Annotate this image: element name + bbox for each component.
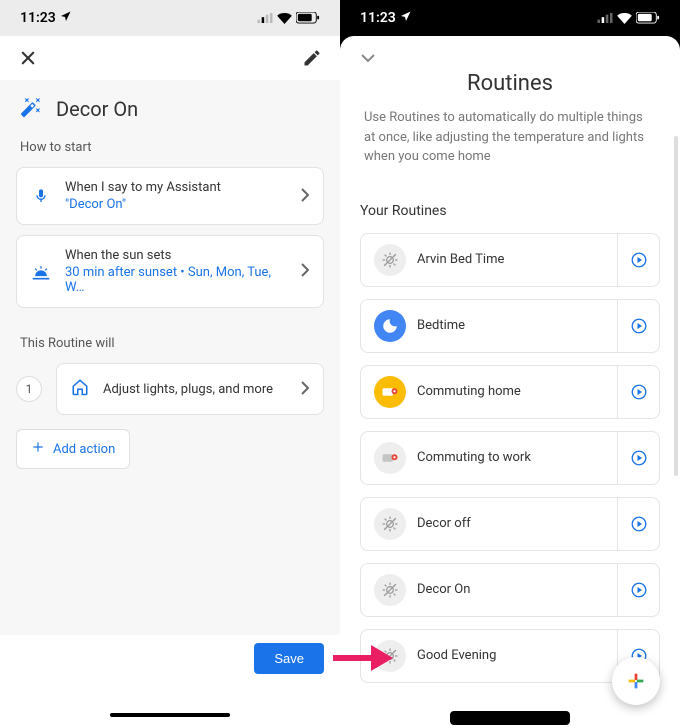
wifi-icon	[617, 13, 632, 24]
play-button[interactable]	[617, 432, 659, 484]
routines-description: Use Routines to automatically do multipl…	[356, 108, 664, 167]
play-button[interactable]	[617, 564, 659, 616]
scroll-indicator	[674, 136, 678, 476]
routine-item[interactable]: Arvin Bed Time	[360, 233, 660, 287]
location-icon	[400, 10, 412, 26]
routine-icon	[374, 508, 406, 540]
routine-item[interactable]: Bedtime	[360, 299, 660, 353]
routine-name: Decor off	[409, 516, 617, 531]
routine-icon	[374, 574, 406, 606]
how-to-start-label: How to start	[0, 130, 340, 167]
location-icon	[60, 10, 72, 26]
trigger-voice-title: When I say to my Assistant	[65, 180, 287, 195]
signal-icon	[257, 13, 273, 23]
collapse-icon[interactable]	[360, 48, 664, 67]
status-bar-left: 11:23	[0, 0, 340, 36]
routine-name: Commuting to work	[409, 450, 617, 465]
trigger-sunset-title: When the sun sets	[65, 248, 287, 263]
close-icon[interactable]	[16, 46, 40, 70]
action-adjust-lights[interactable]: Adjust lights, plugs, and more	[56, 363, 324, 415]
edit-icon[interactable]	[300, 46, 324, 70]
status-time: 11:23	[360, 10, 396, 26]
home-icon	[71, 378, 89, 400]
status-time: 11:23	[20, 10, 56, 26]
battery-icon	[296, 12, 320, 24]
routine-name: Decor On	[409, 582, 617, 597]
home-indicator	[110, 713, 230, 717]
play-button[interactable]	[617, 300, 659, 352]
wand-icon	[20, 96, 42, 122]
chevron-right-icon	[301, 187, 309, 206]
routine-will-label: This Routine will	[0, 318, 340, 363]
plus-icon	[31, 440, 45, 458]
chevron-right-icon	[301, 380, 309, 399]
routine-icon	[374, 442, 406, 474]
add-action-button[interactable]: Add action	[16, 429, 130, 469]
trigger-sunset-sub: 30 min after sunset • Sun, Mon, Tue, W…	[65, 265, 287, 295]
battery-icon	[636, 12, 660, 24]
routine-item[interactable]: Commuting to work	[360, 431, 660, 485]
routine-icon	[374, 244, 406, 276]
topbar	[0, 36, 340, 80]
mic-icon	[31, 186, 51, 206]
add-action-label: Add action	[53, 442, 115, 457]
routine-item[interactable]: Decor On	[360, 563, 660, 617]
action-text: Adjust lights, plugs, and more	[103, 382, 287, 397]
sunset-icon	[31, 264, 51, 280]
status-icons	[257, 12, 320, 24]
routine-item[interactable]: Decor off	[360, 497, 660, 551]
trigger-voice-sub: "Decor On"	[65, 197, 287, 212]
play-button[interactable]	[617, 498, 659, 550]
play-button[interactable]	[617, 366, 659, 418]
plus-multicolor-icon	[625, 670, 647, 692]
status-icons	[597, 12, 660, 24]
play-button[interactable]	[617, 234, 659, 286]
wifi-icon	[277, 13, 292, 24]
routine-name: Arvin Bed Time	[409, 252, 617, 267]
routine-header: Decor On	[0, 80, 340, 130]
your-routines-label: Your Routines	[356, 203, 664, 219]
trigger-voice[interactable]: When I say to my Assistant "Decor On"	[16, 167, 324, 225]
chevron-right-icon	[301, 262, 309, 281]
routine-item[interactable]: Commuting home	[360, 365, 660, 419]
status-bar-right: 11:23	[340, 0, 680, 36]
routine-name: Commuting home	[409, 384, 617, 399]
routine-title: Decor On	[56, 97, 138, 121]
routine-name: Good Evening	[409, 648, 617, 663]
add-routine-fab[interactable]	[612, 657, 660, 705]
routine-icon	[374, 640, 406, 672]
routine-icon	[374, 310, 406, 342]
routines-title: Routines	[356, 71, 664, 96]
home-indicator	[450, 711, 570, 725]
bottom-bar: Save	[0, 635, 340, 725]
save-button[interactable]: Save	[254, 643, 324, 674]
routine-icon	[374, 376, 406, 408]
trigger-sunset[interactable]: When the sun sets 30 min after sunset • …	[16, 235, 324, 308]
step-number: 1	[16, 376, 42, 402]
signal-icon	[597, 13, 613, 23]
routine-name: Bedtime	[409, 318, 617, 333]
